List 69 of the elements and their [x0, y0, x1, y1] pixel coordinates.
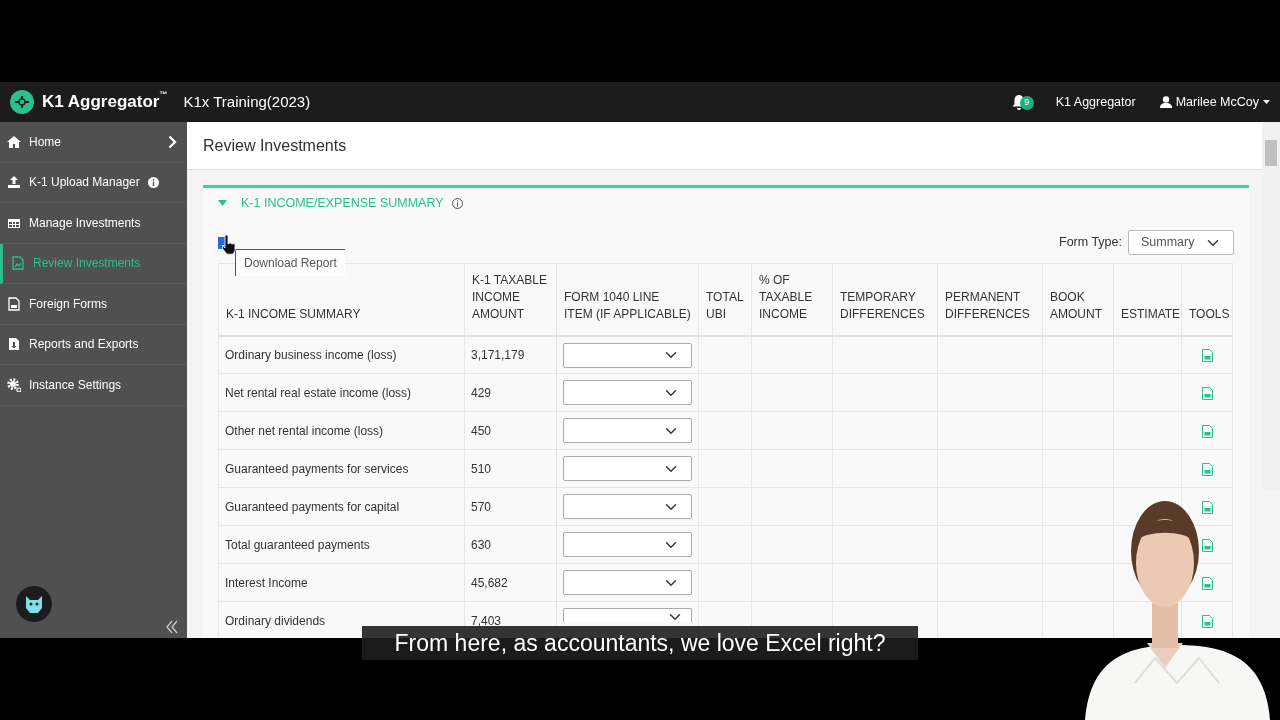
line-item-select[interactable]: [563, 532, 692, 558]
table-cell: 429: [464, 373, 557, 412]
collapse-icon[interactable]: [165, 620, 179, 634]
table-cell: Ordinary business income (loss): [218, 335, 465, 374]
document-icon[interactable]: [1201, 539, 1213, 553]
table-cell: 3,171,179: [464, 335, 557, 374]
app-link[interactable]: K1 Aggregator: [1055, 92, 1136, 112]
sidebar-item[interactable]: Foreign Forms: [0, 284, 187, 325]
table-cell: Other net rental income (loss): [218, 411, 465, 450]
document-icon[interactable]: [1201, 501, 1213, 515]
logo-icon: [10, 90, 34, 114]
column-header: TOTAL UBI: [698, 263, 752, 336]
document-icon[interactable]: [1201, 463, 1213, 477]
subtitle: From here, as accountants, we love Excel right?: [362, 626, 918, 660]
brand-name: K1 Aggregator™: [42, 89, 168, 114]
document-icon[interactable]: [1201, 349, 1213, 363]
sidebar-item[interactable]: Instance Settings: [0, 365, 187, 406]
column-header: K-1 TAXABLE INCOME AMOUNT: [464, 263, 557, 336]
line-item-select[interactable]: [563, 570, 692, 596]
upload-icon: [7, 175, 21, 190]
document-icon[interactable]: [1201, 577, 1213, 591]
column-header: TOOLS: [1181, 263, 1233, 336]
sidebar-item[interactable]: Review Investments: [0, 243, 187, 284]
document-icon[interactable]: [1201, 425, 1213, 439]
hand-cursor-icon: [221, 234, 237, 255]
sidebar-item[interactable]: Reports and Exports: [0, 324, 187, 365]
home-icon: [7, 134, 21, 149]
document-icon[interactable]: [1201, 615, 1213, 629]
document-icon[interactable]: [1201, 387, 1213, 401]
line-item-select[interactable]: [563, 342, 692, 368]
line-item-select[interactable]: [563, 494, 692, 520]
column-header: ESTIMATE: [1113, 263, 1182, 336]
table-cell: 450: [464, 411, 557, 450]
chat-bot-icon[interactable]: [16, 586, 52, 622]
table-cell: Interest Income: [218, 563, 465, 602]
form-type-select[interactable]: Summary: [1128, 230, 1234, 256]
tooltip: Download Report: [235, 248, 345, 276]
sidebar-item[interactable]: K-1 Upload Manager: [0, 162, 187, 203]
table-cell: 570: [464, 487, 557, 526]
table-cell: 45,682: [464, 563, 557, 602]
sidebar-item[interactable]: Manage Investments: [0, 203, 187, 244]
table-cell: Total guaranteed payments: [218, 525, 465, 564]
caret-icon[interactable]: [218, 200, 227, 207]
line-item-select[interactable]: [563, 380, 692, 406]
form-type-label: Form Type:: [1059, 234, 1122, 252]
table-cell: 630: [464, 525, 557, 564]
settings-icon: [7, 377, 21, 392]
column-header: BOOK AMOUNT: [1042, 263, 1114, 336]
column-header: % OF TAXABLE INCOME: [751, 263, 833, 336]
table-cell: 510: [464, 449, 557, 488]
column-header: FORM 1040 LINE ITEM (IF APPLICABLE): [556, 263, 699, 336]
line-item-select[interactable]: [563, 456, 692, 482]
user-menu[interactable]: Marilee McCoy: [1159, 92, 1270, 112]
line-item-select[interactable]: [563, 608, 692, 623]
column-header: PERMANENT DIFFERENCES: [937, 263, 1043, 336]
page-title: Review Investments: [203, 135, 347, 156]
instance-title: K1x Training(2023): [183, 91, 311, 112]
column-header: TEMPORARY DIFFERENCES: [832, 263, 938, 336]
line-item-select[interactable]: [563, 418, 692, 444]
document-chart-icon: [11, 256, 25, 271]
table-cell: Guaranteed payments for services: [218, 449, 465, 488]
user-icon: [1159, 96, 1172, 108]
document-icon: [7, 296, 21, 311]
scrollbar-thumb[interactable]: [1265, 140, 1277, 166]
table-cell: Net rental real estate income (loss): [218, 373, 465, 412]
caret-icon: [1263, 100, 1270, 104]
table-cell: Guaranteed payments for capital: [218, 487, 465, 526]
file-download-icon: [7, 337, 21, 352]
info-icon: [451, 197, 463, 209]
